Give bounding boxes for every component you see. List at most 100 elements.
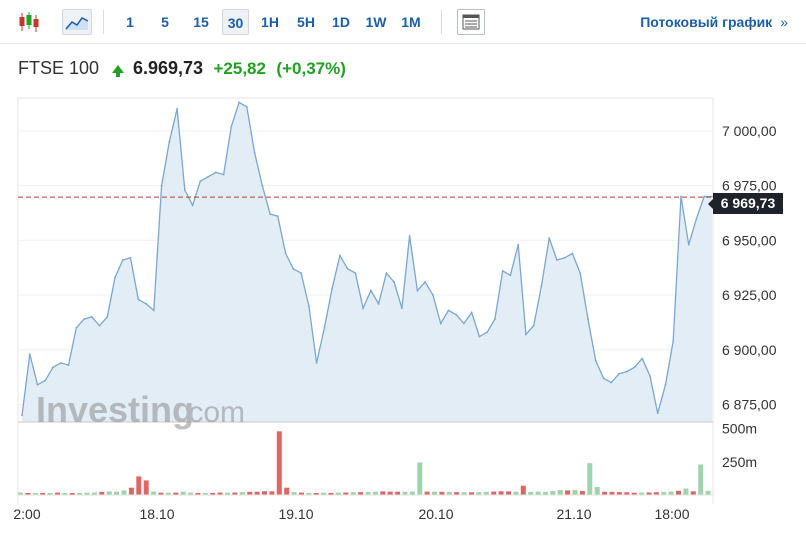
price-point xyxy=(75,327,78,329)
volume-bar xyxy=(136,476,142,495)
price-point xyxy=(191,204,194,207)
interval-30[interactable]: 30 xyxy=(222,9,249,35)
price-chart[interactable]: Investing .com 7 000,00 6 975,00 6 950,00 6… xyxy=(0,86,806,556)
price-point xyxy=(486,331,489,334)
volume-bar xyxy=(417,462,423,495)
volume-axis: 500m 250m xyxy=(722,421,757,470)
price-point xyxy=(625,370,628,373)
volume-bar xyxy=(506,491,511,495)
volume-bar xyxy=(690,491,696,495)
candlestick-icon[interactable] xyxy=(14,9,44,35)
interval-1w[interactable]: 1W xyxy=(361,9,391,35)
interval-1h[interactable]: 1H xyxy=(256,9,284,35)
price-point xyxy=(455,313,458,316)
interval-1m[interactable]: 1M xyxy=(396,9,426,35)
volume-bar xyxy=(676,490,681,495)
toolbar-divider xyxy=(103,10,104,34)
price-point xyxy=(36,383,39,386)
streaming-chart-link[interactable]: Потоковый график » xyxy=(640,14,788,30)
volume-tick-label: 500m xyxy=(722,421,757,437)
price-point xyxy=(439,322,442,325)
price-point xyxy=(447,309,450,312)
price-point xyxy=(594,359,597,362)
price-point xyxy=(137,298,140,301)
price-point xyxy=(641,357,644,360)
table-icon[interactable] xyxy=(457,9,485,35)
price-point xyxy=(67,364,70,366)
volume-bars xyxy=(18,431,713,496)
chart-toolbar: 1 5 15 30 1H 5H 1D 1W 1M Потоковый графи… xyxy=(0,0,806,44)
x-tick-label: 19.10 xyxy=(278,506,313,522)
interval-5h[interactable]: 5H xyxy=(292,9,320,35)
price-point xyxy=(602,377,605,380)
price-point xyxy=(230,125,233,128)
price-point xyxy=(90,316,93,318)
price-point xyxy=(509,274,512,277)
volume-bar xyxy=(262,491,267,495)
price-point xyxy=(424,281,426,283)
volume-bar xyxy=(284,487,290,495)
y-tick-label: 7 000,00 xyxy=(722,123,777,139)
x-tick-label: 21.10 xyxy=(556,506,591,522)
price-point xyxy=(199,180,202,183)
interval-1d[interactable]: 1D xyxy=(327,9,355,35)
price-point xyxy=(52,366,54,369)
price-point xyxy=(160,184,163,187)
price-point xyxy=(362,307,364,310)
volume-tick-label: 250m xyxy=(722,454,757,470)
price-point xyxy=(370,289,372,292)
price-point xyxy=(672,340,675,342)
volume-bar xyxy=(520,485,526,495)
price-point xyxy=(501,270,504,272)
y-tick-label: 6 925,00 xyxy=(722,287,777,303)
y-tick-label: 6 875,00 xyxy=(722,396,777,412)
area-chart-icon[interactable] xyxy=(62,9,92,35)
price-point xyxy=(385,272,388,274)
price-point xyxy=(315,362,318,364)
price-point xyxy=(649,375,651,377)
price-point xyxy=(323,327,326,329)
price-axis: 7 000,00 6 975,00 6 950,00 6 925,00 6 900,00… xyxy=(722,123,777,413)
price-point xyxy=(83,318,85,320)
toolbar-divider xyxy=(441,10,442,34)
watermark-brand: Investing xyxy=(36,389,194,430)
price-point xyxy=(261,184,264,187)
volume-bar xyxy=(579,491,585,495)
price-point xyxy=(121,259,124,261)
interval-15[interactable]: 15 xyxy=(187,9,215,35)
price-point xyxy=(346,267,349,270)
interval-1[interactable]: 1 xyxy=(120,9,140,35)
volume-bar xyxy=(705,490,711,495)
volume-bar xyxy=(557,490,563,495)
volume-bar xyxy=(143,480,149,495)
price-point xyxy=(664,383,667,386)
price-point xyxy=(432,294,434,296)
price-point xyxy=(183,189,186,191)
x-tick-label: 18:00 xyxy=(654,506,689,522)
current-price-tag: 6 969,73 xyxy=(708,193,783,214)
volume-bar xyxy=(128,487,134,495)
volume-bar xyxy=(498,491,504,495)
instrument-name: FTSE 100 xyxy=(18,58,100,78)
price-point xyxy=(222,173,225,176)
price-point xyxy=(548,237,551,240)
volume-bar xyxy=(698,464,704,495)
volume-bar xyxy=(594,487,600,495)
watermark-suffix: .com xyxy=(180,396,245,429)
price-point xyxy=(556,259,558,261)
volume-bar xyxy=(380,491,386,495)
price-point xyxy=(168,140,171,143)
volume-bar xyxy=(106,491,112,495)
price-point xyxy=(276,215,279,218)
price-change-percent: (+0,37%) xyxy=(276,59,346,78)
investing-watermark: Investing .com xyxy=(36,389,245,430)
price-point xyxy=(145,302,147,305)
price-point xyxy=(98,324,101,327)
y-tick-label: 6 975,00 xyxy=(722,178,777,194)
price-point xyxy=(59,362,62,364)
interval-5[interactable]: 5 xyxy=(154,9,176,35)
volume-bar xyxy=(572,490,578,495)
price-point xyxy=(152,309,155,312)
price-point xyxy=(540,285,543,288)
price-point xyxy=(176,108,179,110)
